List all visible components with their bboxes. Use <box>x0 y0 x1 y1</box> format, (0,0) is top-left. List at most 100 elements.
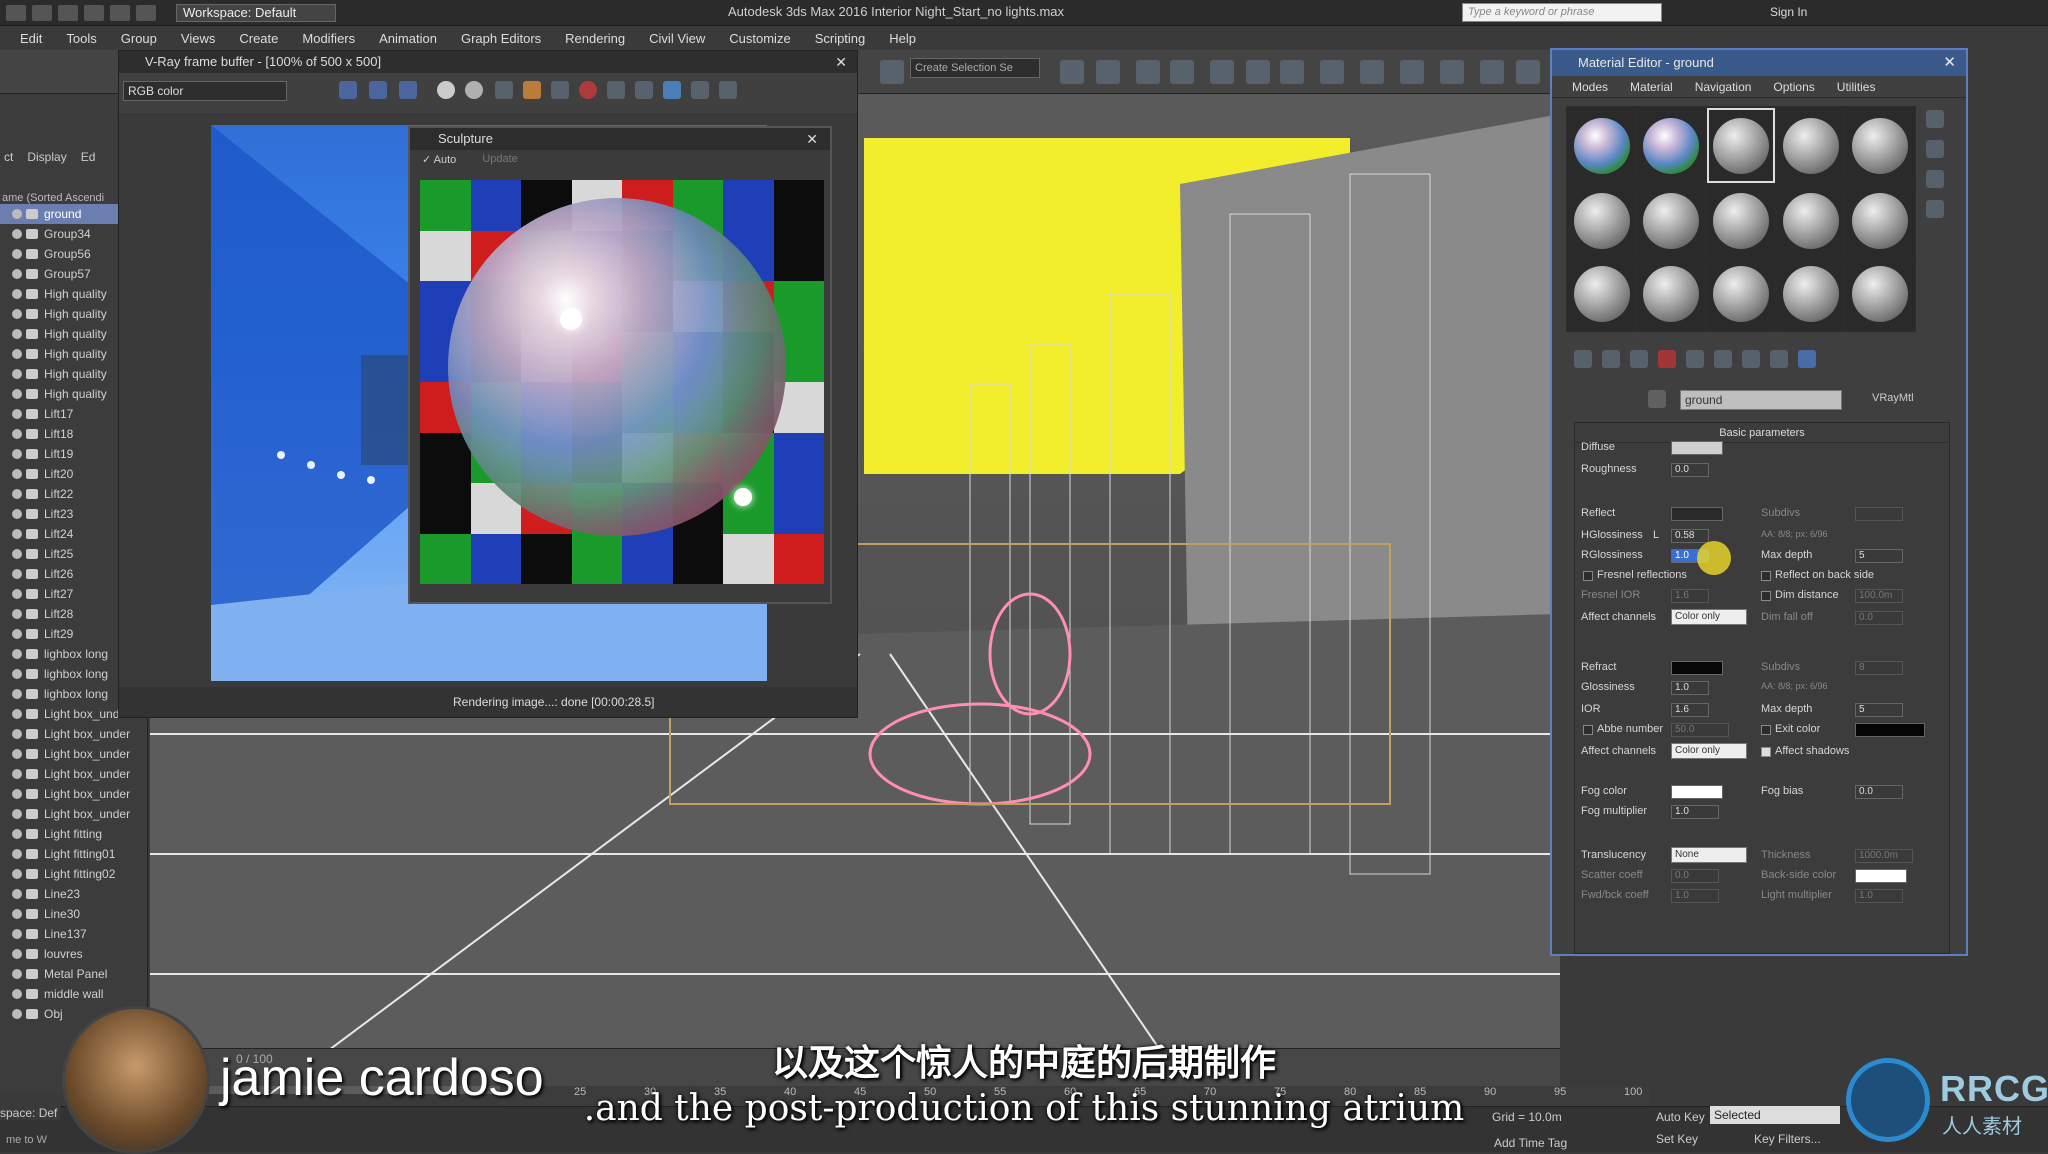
glossiness-spinner[interactable]: 1.0 <box>1671 681 1709 695</box>
dim-distance-checkbox[interactable] <box>1761 591 1771 601</box>
scene-list-item[interactable]: Line23 <box>0 884 147 904</box>
auto-checkbox[interactable]: ✓ Auto <box>422 153 456 166</box>
reflect-back-checkbox[interactable] <box>1761 571 1771 581</box>
close-icon[interactable]: ✕ <box>835 51 847 73</box>
select-icon[interactable] <box>880 60 904 84</box>
workspace-dropdown[interactable]: Workspace: Default <box>176 3 336 22</box>
new-file-icon[interactable] <box>32 4 52 21</box>
dim-falloff-spinner[interactable]: 0.0 <box>1855 611 1903 625</box>
menu-utilities[interactable]: Utilities <box>1837 80 1876 94</box>
max-depth-spinner[interactable]: 5 <box>1855 549 1903 563</box>
menu-modifiers[interactable]: Modifiers <box>302 31 355 46</box>
scene-list-item[interactable]: middle wall <box>0 984 147 1004</box>
visibility-icon[interactable] <box>12 529 22 539</box>
menu-scripting[interactable]: Scripting <box>815 31 866 46</box>
sample-slot[interactable] <box>1568 258 1636 330</box>
menu-edit[interactable]: Edit <box>20 31 42 46</box>
make-unique-icon[interactable] <box>1714 350 1732 368</box>
save-image-icon[interactable] <box>495 81 513 99</box>
visibility-icon[interactable] <box>12 229 22 239</box>
red-channel-icon[interactable] <box>339 81 357 99</box>
menu-create[interactable]: Create <box>239 31 278 46</box>
affect-channels2-dropdown[interactable]: Color only <box>1671 743 1747 759</box>
redo-icon[interactable] <box>136 4 156 21</box>
sample-slot[interactable] <box>1637 185 1706 257</box>
visibility-icon[interactable] <box>12 549 22 559</box>
search-input[interactable]: Type a keyword or phrase <box>1462 3 1662 22</box>
app-menu-icon[interactable] <box>6 4 26 21</box>
mirror-icon[interactable] <box>1060 60 1084 84</box>
exit-color-swatch[interactable] <box>1855 723 1925 737</box>
clear-icon[interactable] <box>551 81 569 99</box>
render-frame-icon[interactable] <box>1360 60 1384 84</box>
vray-icon[interactable] <box>1480 60 1504 84</box>
visibility-icon[interactable] <box>12 489 22 499</box>
dim-distance-spinner[interactable]: 100.0m <box>1855 589 1903 603</box>
stop-icon[interactable] <box>579 81 597 99</box>
fog-color-swatch[interactable] <box>1671 785 1723 799</box>
close-icon[interactable]: ✕ <box>1943 50 1956 76</box>
close-icon[interactable]: ✕ <box>806 128 818 150</box>
fwd-bck-spinner[interactable]: 1.0 <box>1671 889 1719 903</box>
visibility-icon[interactable] <box>12 329 22 339</box>
add-time-tag[interactable]: Add Time Tag <box>1494 1136 1567 1150</box>
menu-views[interactable]: Views <box>181 31 215 46</box>
set-key-button[interactable]: Set Key <box>1656 1132 1698 1146</box>
show-map-icon[interactable] <box>1798 350 1816 368</box>
follow-mouse-icon[interactable] <box>635 81 653 99</box>
visibility-icon[interactable] <box>12 869 22 879</box>
light-mult-spinner[interactable]: 1.0 <box>1855 889 1903 903</box>
visibility-icon[interactable] <box>12 929 22 939</box>
sample-slot[interactable] <box>1846 185 1914 257</box>
visibility-icon[interactable] <box>12 289 22 299</box>
material-editor-title-bar[interactable]: Material Editor - ground ✕ <box>1552 50 1966 76</box>
sample-slot[interactable] <box>1846 258 1914 330</box>
tab-select[interactable]: ct <box>4 150 13 164</box>
menu-customize[interactable]: Customize <box>729 31 790 46</box>
visibility-icon[interactable] <box>12 669 22 679</box>
vfb-history-icon[interactable] <box>691 81 709 99</box>
affect-channels-dropdown[interactable]: Color only <box>1671 609 1747 625</box>
sample-slot[interactable] <box>1776 108 1845 184</box>
get-material-icon[interactable] <box>1574 350 1592 368</box>
reset-icon[interactable] <box>1658 350 1676 368</box>
sample-slot[interactable] <box>1776 258 1845 330</box>
menu-civil-view[interactable]: Civil View <box>649 31 705 46</box>
maxscript-listener[interactable]: me to W <box>6 1134 47 1146</box>
visibility-icon[interactable] <box>12 469 22 479</box>
visibility-icon[interactable] <box>12 949 22 959</box>
visibility-icon[interactable] <box>12 909 22 919</box>
menu-material[interactable]: Material <box>1630 80 1673 94</box>
visibility-icon[interactable] <box>12 849 22 859</box>
sculpture-title-bar[interactable]: Sculpture ✕ <box>410 128 830 150</box>
roughness-spinner[interactable]: 0.0 <box>1671 463 1709 477</box>
translucency-dropdown[interactable]: None <box>1671 847 1747 863</box>
abbe-spinner[interactable]: 50.0 <box>1671 723 1729 737</box>
visibility-icon[interactable] <box>12 449 22 459</box>
visibility-icon[interactable] <box>12 689 22 699</box>
put-library-icon[interactable] <box>1742 350 1760 368</box>
sample-slot[interactable] <box>1568 108 1636 184</box>
fog-mult-spinner[interactable]: 1.0 <box>1671 805 1719 819</box>
visibility-icon[interactable] <box>12 889 22 899</box>
visibility-icon[interactable] <box>12 569 22 579</box>
scene-list-item[interactable]: Light fitting02 <box>0 864 147 884</box>
render-setup-icon[interactable] <box>1320 60 1344 84</box>
menu-navigation[interactable]: Navigation <box>1695 80 1752 94</box>
uv-tiling-icon[interactable] <box>1926 200 1944 218</box>
update-button[interactable]: Update <box>482 153 517 165</box>
scene-list-item[interactable]: Light box_under <box>0 744 147 764</box>
assign-material-icon[interactable] <box>1630 350 1648 368</box>
save-file-icon[interactable] <box>84 4 104 21</box>
vfb-title-bar[interactable]: V-Ray frame buffer - [100% of 500 x 500]… <box>119 51 857 73</box>
scene-list-item[interactable]: Light box_under <box>0 764 147 784</box>
scene-list-item[interactable]: Line30 <box>0 904 147 924</box>
menu-help[interactable]: Help <box>889 31 916 46</box>
visibility-icon[interactable] <box>12 429 22 439</box>
sample-slot[interactable] <box>1846 108 1914 184</box>
sample-slot[interactable] <box>1707 258 1775 330</box>
visibility-icon[interactable] <box>12 649 22 659</box>
visibility-icon[interactable] <box>12 509 22 519</box>
lock-label[interactable]: L <box>1653 529 1659 541</box>
open-file-icon[interactable] <box>58 4 78 21</box>
